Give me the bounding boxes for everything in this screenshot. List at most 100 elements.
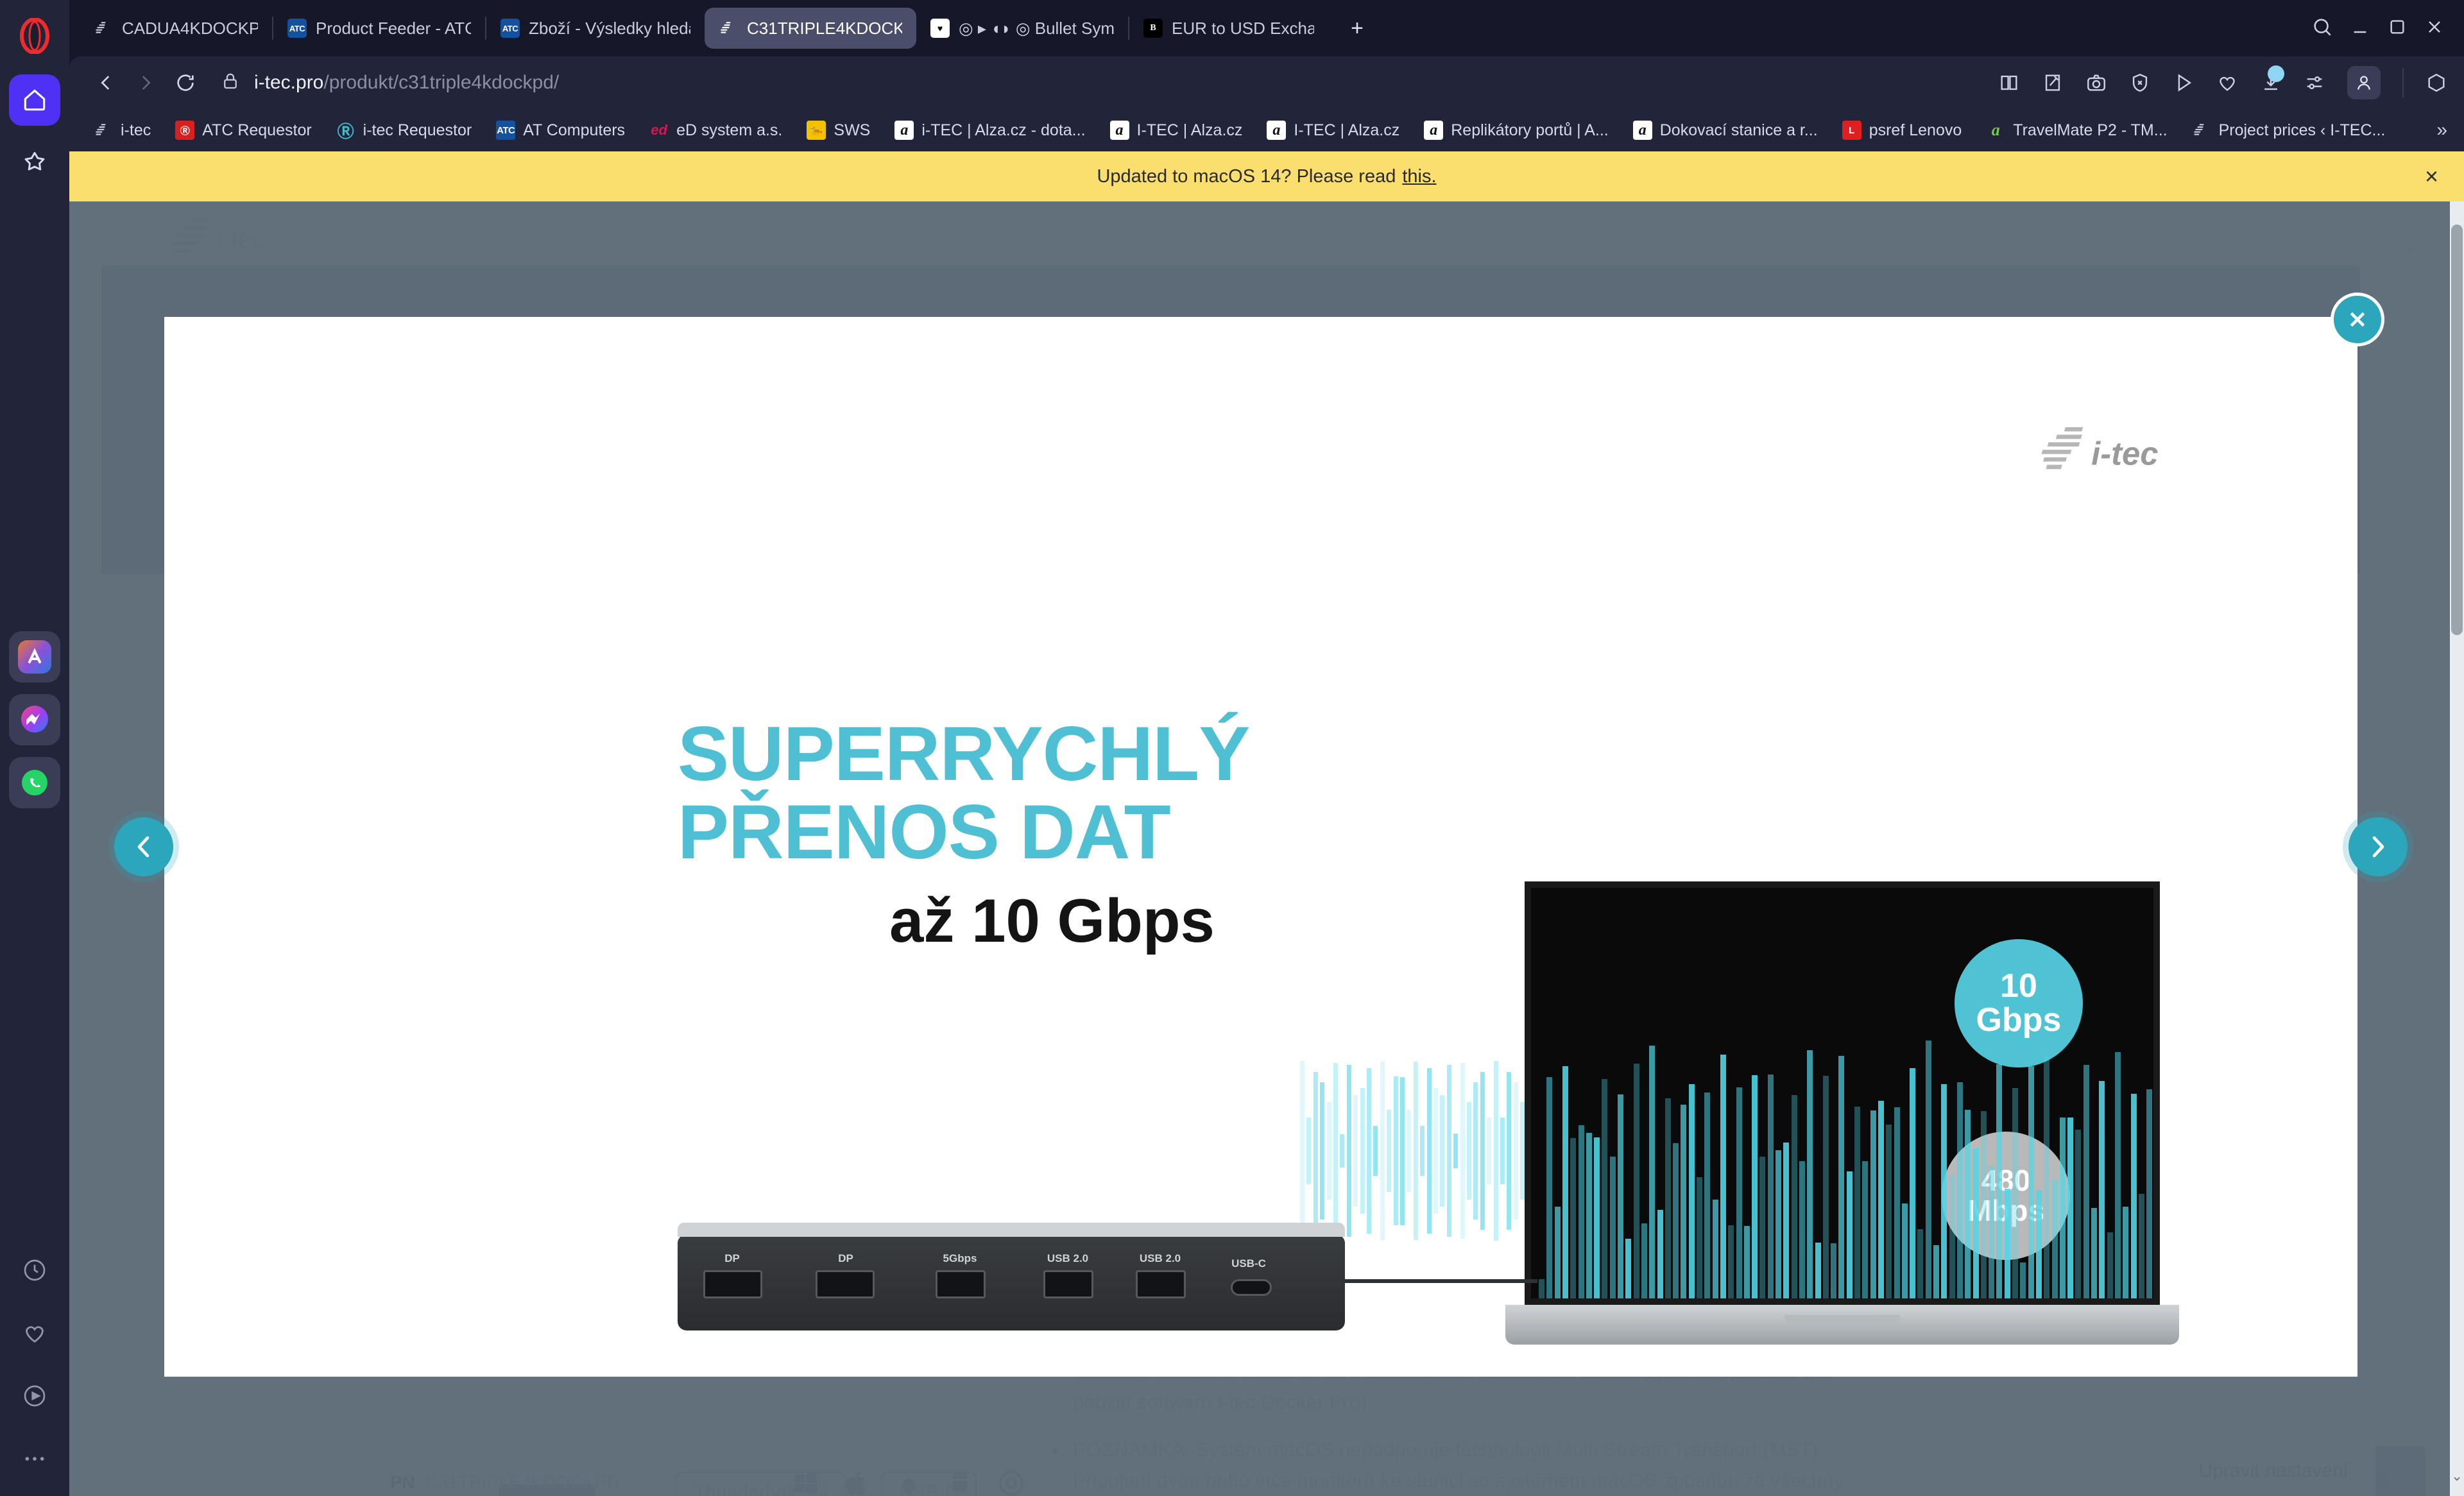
acer-icon: a: [1991, 121, 2000, 139]
close-window-button[interactable]: [2424, 17, 2445, 40]
snapshot-icon[interactable]: [2042, 72, 2064, 94]
browser-tab-active[interactable]: C31TRIPLE4KDOCKPD | i-t: [705, 8, 916, 49]
download-badge: [2268, 65, 2284, 82]
equalizer-bar: [1473, 1082, 1478, 1220]
bookmark-item[interactable]: ATC AT Computers: [487, 115, 634, 145]
port-label: DP: [724, 1252, 740, 1264]
close-icon[interactable]: ×: [2425, 163, 2438, 190]
sidebar-item-player[interactable]: [9, 1370, 60, 1422]
bookmark-item[interactable]: Ⓡ ATC Requestor: [166, 115, 320, 145]
sidebar-item-home[interactable]: [9, 74, 60, 126]
port-usb3: [936, 1270, 986, 1298]
equalizer-bar: [1360, 1088, 1365, 1214]
heart-icon[interactable]: [2216, 72, 2238, 94]
bookmark-label: I-TEC | Alza.cz: [1136, 121, 1243, 139]
url-field[interactable]: i-tec.pro/produkt/c31triple4kdockpd/: [221, 72, 1998, 94]
bookmark-item[interactable]: 🐆 SWS: [798, 115, 879, 145]
equalizer-bar: [2091, 1207, 2097, 1298]
equalizer-bar: [1854, 1106, 1860, 1298]
sidebar-item-history[interactable]: [9, 1245, 60, 1296]
equalizer-bar: [2099, 1081, 2105, 1298]
bookmark-item[interactable]: Project prices ‹ I-TEC...: [2183, 115, 2395, 145]
send-icon[interactable]: [2173, 72, 2194, 94]
profile-icon[interactable]: [2347, 66, 2381, 99]
sidebar-item-heart[interactable]: [9, 1307, 60, 1359]
equalizer-bar: [2035, 1190, 2042, 1298]
browser-tab[interactable]: ATC Product Feeder - ATC Bus: [273, 8, 485, 49]
notice-link[interactable]: this.: [1402, 166, 1436, 187]
equalizer-bar: [2028, 1066, 2034, 1298]
sidebar-item-more[interactable]: [9, 1433, 60, 1484]
atc-icon: ATC: [287, 19, 307, 38]
browser-tab[interactable]: CADUA4KDOCKPDL2 | i-t: [80, 8, 272, 49]
search-icon[interactable]: [2311, 16, 2333, 41]
port-label: DP: [838, 1252, 853, 1264]
equalizer-bar: [1807, 1050, 1813, 1298]
bookmark-item[interactable]: a I-TEC | Alza.cz: [1101, 115, 1252, 145]
forward-button[interactable]: [126, 63, 166, 103]
scrollbar-thumb[interactable]: [2451, 225, 2463, 635]
back-button[interactable]: [86, 63, 126, 103]
equalizer-bar: [1507, 1072, 1512, 1230]
maximize-window-button[interactable]: [2387, 17, 2408, 40]
reader-icon[interactable]: [1998, 72, 2020, 94]
sidebar-item-aria[interactable]: [9, 631, 60, 683]
download-icon[interactable]: [2260, 65, 2284, 94]
sidebar-item-whatsapp[interactable]: [9, 757, 60, 808]
equalizer-bar: [1387, 1109, 1392, 1193]
atc-icon: ATC: [501, 19, 520, 38]
bookmarks-bar: i-tec Ⓡ ATC Requestor Ⓡ i-tec Requestor …: [69, 109, 2464, 151]
page-viewport: Updated to macOS 14? Please read this. ×…: [69, 151, 2464, 1496]
laptop-base: [1505, 1305, 2179, 1345]
cube-icon[interactable]: [2426, 72, 2447, 94]
equalizer-bar: [1901, 1203, 1908, 1298]
minimize-window-button[interactable]: [2350, 17, 2370, 40]
equalizer-bar: [1300, 1061, 1305, 1241]
bookmark-item[interactable]: a I-TEC | Alza.cz: [1258, 115, 1408, 145]
equalizer-bar: [1917, 1228, 1924, 1298]
bookmark-label: i-tec: [121, 121, 151, 139]
port-dp: [703, 1270, 762, 1298]
slide-headline: SUPERRYCHLÝ PŘENOS DAT až 10 Gbps: [678, 715, 1250, 956]
browser-tab[interactable]: B EUR to USD Exchange Rat: [1129, 8, 1328, 49]
bookmark-item[interactable]: L psref Lenovo: [1833, 115, 1971, 145]
equalizer-bar: [1783, 1143, 1790, 1298]
equalizer-bar: [2004, 1189, 2010, 1298]
bookmark-item[interactable]: a TravelMate P2 - TM...: [1977, 115, 2176, 145]
scrollbar-track[interactable]: ⌄: [2450, 201, 2464, 1496]
equalizer-bar: [1736, 1087, 1742, 1298]
browser-tab[interactable]: ATC Zboží - Výsledky hledání -: [486, 8, 705, 49]
chevron-down-icon[interactable]: ⌄: [2450, 1468, 2464, 1484]
opera-menu-icon[interactable]: [9, 9, 60, 63]
bookmark-item[interactable]: a Replikátory portů | A...: [1415, 115, 1618, 145]
equalizer-bar: [1320, 1082, 1325, 1220]
bookmark-item[interactable]: i-tec: [85, 115, 160, 145]
new-tab-button[interactable]: +: [1340, 11, 1374, 46]
reload-button[interactable]: [166, 63, 205, 103]
sidebar-item-favorites[interactable]: [9, 137, 60, 189]
equalizer-bar: [1586, 1133, 1592, 1298]
equalizer-bar: [1673, 1143, 1679, 1298]
equalizer-bar: [1831, 1243, 1837, 1298]
alza-icon: a: [1267, 121, 1287, 140]
atc-icon: ATC: [496, 121, 516, 140]
port-label: 5Gbps: [943, 1252, 977, 1264]
alza-icon: a: [894, 121, 914, 140]
equalizer-bar: [1313, 1072, 1318, 1230]
bookmark-item[interactable]: a i-TEC | Alza.cz - dota...: [886, 115, 1094, 145]
notice-text: Updated to macOS 14? Please read: [1097, 166, 1396, 187]
bookmark-item[interactable]: Ⓡ i-tec Requestor: [327, 115, 481, 145]
camera-icon[interactable]: [2085, 72, 2107, 94]
bookmark-item[interactable]: a Dokovací stanice a r...: [1624, 115, 1827, 145]
sidebar-item-messenger[interactable]: [9, 694, 60, 745]
shield-x-icon[interactable]: [2129, 72, 2151, 94]
equalizer-bar: [2138, 1193, 2144, 1298]
equalizer-bar: [2130, 1093, 2137, 1298]
bookmark-item[interactable]: ed eD system a.s.: [640, 115, 791, 145]
settings-sliders-icon[interactable]: [2304, 72, 2325, 94]
equalizer-bar: [1743, 1226, 1750, 1298]
equalizer-bar: [1480, 1072, 1485, 1230]
browser-tab[interactable]: ♥ ◎ ▸ ◖◗ ◎ Bullet Symbols: [916, 8, 1128, 49]
itec-icon: [94, 121, 113, 140]
bookmarks-overflow-button[interactable]: »: [2436, 119, 2464, 141]
